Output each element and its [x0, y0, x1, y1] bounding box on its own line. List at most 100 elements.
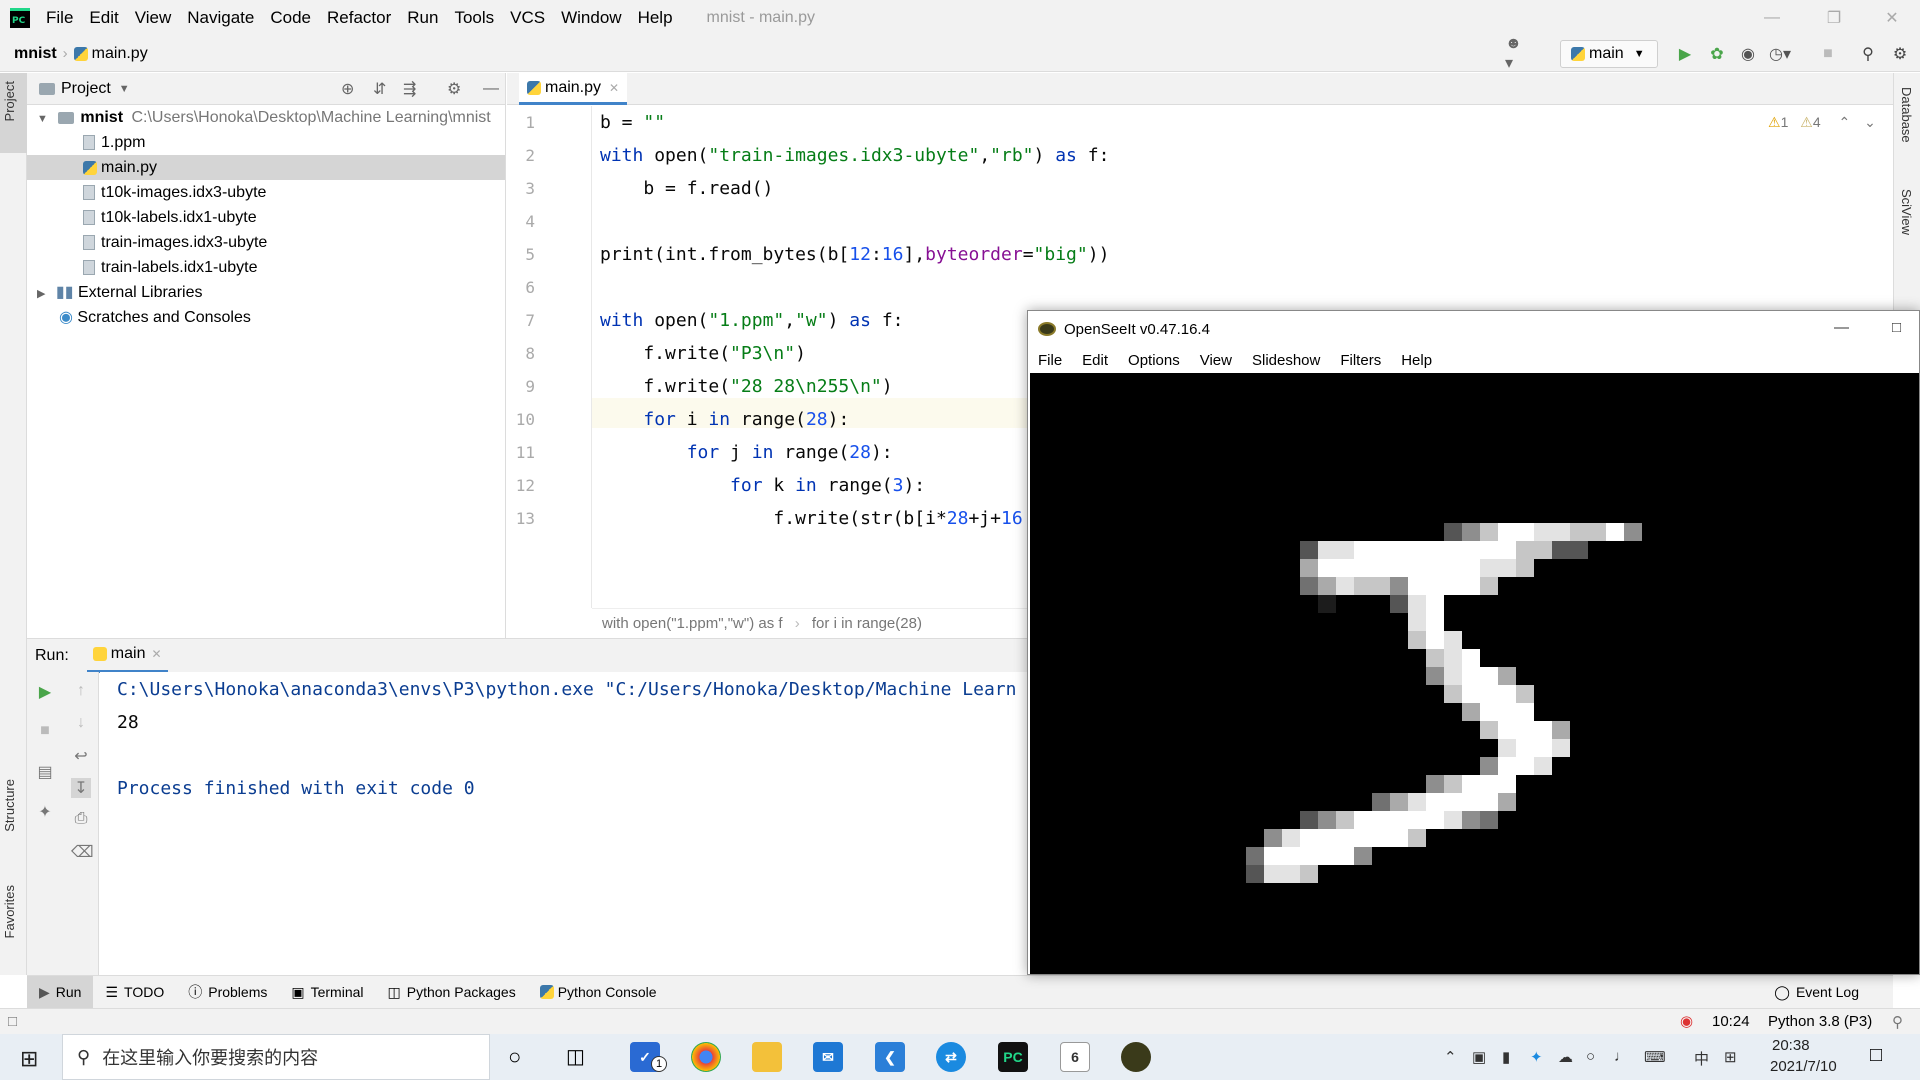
bluetooth-icon[interactable]: ✦: [1530, 1048, 1543, 1066]
teamviewer-icon[interactable]: ⇄: [936, 1042, 966, 1072]
run-icon[interactable]: ▶: [1675, 44, 1695, 64]
menu-edit[interactable]: Edit: [81, 0, 126, 36]
image-canvas[interactable]: [1030, 373, 1919, 974]
editor-tab-main-py[interactable]: main.py ✕: [519, 73, 628, 105]
menu-vcs[interactable]: VCS: [502, 0, 553, 36]
tool-tab-python-packages[interactable]: ◫ Python Packages: [376, 976, 528, 1009]
stop-icon[interactable]: ■: [1818, 44, 1838, 64]
menu-tools[interactable]: Tools: [446, 0, 502, 36]
interpreter-status[interactable]: Python 3.8 (P3): [1768, 1013, 1872, 1030]
pycharm-taskbar-icon[interactable]: PC: [998, 1042, 1028, 1072]
soft-wrap-icon[interactable]: ↩: [71, 746, 91, 766]
tree-item-selected[interactable]: main.py: [27, 155, 505, 180]
viewer-menu-file[interactable]: File: [1038, 352, 1062, 369]
taskbar-search-box[interactable]: ⚲ 在这里输入你要搜索的内容: [62, 1034, 490, 1080]
close-button[interactable]: ✕: [1864, 0, 1920, 36]
clock-time[interactable]: 20:38: [1772, 1037, 1810, 1054]
tree-item[interactable]: t10k-images.idx3-ubyte: [83, 180, 266, 205]
battery-icon[interactable]: ▮: [1502, 1048, 1510, 1066]
chevron-down-icon[interactable]: ▼: [119, 83, 130, 95]
windows-start-icon[interactable]: ⊞: [20, 1046, 38, 1072]
project-tool-tab[interactable]: Project: [2, 81, 17, 121]
tree-root[interactable]: ▼ mnist C:\Users\Honoka\Desktop\Machine …: [37, 105, 491, 130]
tray-app-icon[interactable]: ▣: [1472, 1048, 1486, 1066]
arrow-down-icon[interactable]: ↓: [71, 714, 91, 734]
tree-item[interactable]: train-images.idx3-ubyte: [83, 230, 267, 255]
gear-icon[interactable]: ⚙: [447, 79, 461, 99]
caret-position[interactable]: 10:24: [1712, 1013, 1750, 1030]
rerun-icon[interactable]: ▶: [35, 682, 55, 702]
breadcrumb-file[interactable]: main.py: [92, 45, 148, 63]
tree-item[interactable]: 1.ppm: [83, 130, 145, 155]
user-icon[interactable]: ☻▾: [1505, 35, 1525, 72]
stop-icon[interactable]: ■: [35, 722, 55, 742]
cortana-icon[interactable]: ○: [508, 1044, 521, 1070]
tool-tab-python-console[interactable]: Python Console: [528, 976, 669, 1009]
collapse-all-icon[interactable]: ⇶: [403, 79, 416, 99]
debug-icon[interactable]: ✿: [1707, 44, 1727, 64]
clock-date[interactable]: 2021/7/10: [1770, 1058, 1837, 1075]
profile-icon[interactable]: ◷▾: [1769, 44, 1791, 64]
tool-tab-run[interactable]: ▶ Run: [27, 975, 94, 1009]
project-panel-title[interactable]: Project: [61, 80, 111, 98]
trash-icon[interactable]: ⌫: [71, 842, 94, 862]
close-tab-icon[interactable]: ✕: [609, 81, 619, 95]
chevron-down-icon[interactable]: ⌄: [1864, 114, 1876, 130]
menu-view[interactable]: View: [127, 0, 180, 36]
menu-refactor[interactable]: Refactor: [319, 0, 399, 36]
app-6-icon[interactable]: 6: [1060, 1042, 1090, 1072]
onedrive-icon[interactable]: ☁: [1558, 1048, 1573, 1066]
print-icon[interactable]: ⎙: [71, 810, 91, 830]
wifi-icon[interactable]: ○: [1586, 1048, 1595, 1065]
maximize-button[interactable]: □: [1892, 319, 1901, 336]
vscode-icon[interactable]: ❮: [875, 1042, 905, 1072]
tool-tab-problems[interactable]: ⓘ Problems: [176, 976, 279, 1009]
inspection-widget[interactable]: ⚠1 ⚠4 ⌃ ⌄: [1768, 114, 1876, 131]
tree-external-libraries[interactable]: ▶ ▮▮ External Libraries: [37, 280, 202, 305]
event-log-button[interactable]: ◯ Event Log: [1762, 976, 1871, 1009]
locate-icon[interactable]: ⊕: [341, 79, 354, 99]
ime-indicator[interactable]: 中: [1694, 1048, 1709, 1069]
coverage-icon[interactable]: ◉: [1738, 44, 1758, 64]
run-tab-main[interactable]: main ✕: [86, 639, 168, 673]
notification-center-icon[interactable]: □: [1870, 1044, 1882, 1067]
menu-file[interactable]: File: [38, 0, 81, 36]
error-icon[interactable]: ◉: [1680, 1012, 1693, 1030]
openseeit-taskbar-icon[interactable]: [1121, 1042, 1151, 1072]
close-tab-icon[interactable]: ✕: [151, 647, 161, 661]
tree-item[interactable]: train-labels.idx1-ubyte: [83, 255, 258, 280]
scroll-to-end-icon[interactable]: ↧: [71, 778, 91, 798]
menu-help[interactable]: Help: [630, 0, 681, 36]
settings-icon[interactable]: ⚙: [1890, 44, 1910, 64]
file-explorer-icon[interactable]: [752, 1042, 782, 1072]
pin-icon[interactable]: ✦: [35, 802, 55, 822]
tray-expand-icon[interactable]: ⌃: [1444, 1048, 1457, 1066]
breadcrumb-project[interactable]: mnist: [14, 45, 57, 63]
viewer-menu-filters[interactable]: Filters: [1340, 352, 1381, 369]
mail-icon[interactable]: ✉: [813, 1042, 843, 1072]
arrow-up-icon[interactable]: ↑: [71, 682, 91, 702]
restore-button[interactable]: ❐: [1806, 0, 1862, 36]
task-view-icon[interactable]: ◫: [566, 1044, 585, 1069]
breadcrumb-item[interactable]: for i in range(28): [812, 615, 922, 632]
viewer-menu-slideshow[interactable]: Slideshow: [1252, 352, 1320, 369]
keyboard-icon[interactable]: ⌨: [1644, 1048, 1666, 1066]
viewer-menu-help[interactable]: Help: [1401, 352, 1432, 369]
run-configuration-select[interactable]: main ▼: [1560, 40, 1658, 68]
database-tool-tab[interactable]: Database: [1899, 87, 1914, 143]
layout-icon[interactable]: ▤: [35, 762, 55, 782]
hide-panel-icon[interactable]: —: [483, 80, 499, 98]
tree-scratches[interactable]: ◉ Scratches and Consoles: [59, 305, 251, 330]
menu-navigate[interactable]: Navigate: [179, 0, 262, 36]
panel-toggle-icon[interactable]: □: [8, 1013, 17, 1030]
tool-tab-terminal[interactable]: ▣ Terminal: [279, 976, 375, 1009]
tool-tab-todo[interactable]: ☰ TODO: [93, 976, 176, 1009]
viewer-menu-view[interactable]: View: [1200, 352, 1232, 369]
expand-all-icon[interactable]: ⇵: [373, 79, 386, 99]
favorites-tool-tab[interactable]: Favorites: [2, 885, 17, 938]
menu-window[interactable]: Window: [553, 0, 629, 36]
menu-code[interactable]: Code: [262, 0, 319, 36]
viewer-menu-edit[interactable]: Edit: [1082, 352, 1108, 369]
chevron-up-icon[interactable]: ⌃: [1839, 114, 1851, 130]
sciview-tool-tab[interactable]: SciView: [1899, 189, 1914, 235]
